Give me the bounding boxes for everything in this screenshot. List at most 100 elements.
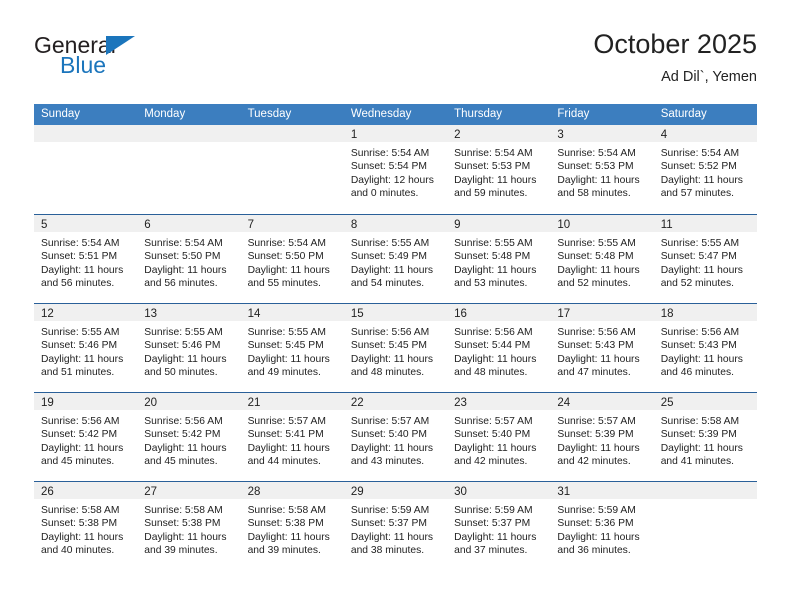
day-number-band: 1 (343, 125, 448, 142)
day-cell-11[interactable]: 11 Sunrise: 5:55 AM Sunset: 5:47 PM Dayligh… (653, 215, 757, 303)
sunrise-text: Sunrise: 5:54 AM (247, 238, 326, 249)
day-details: Sunrise: 5:54 AM Sunset: 5:53 PM Daylight:… (550, 142, 653, 201)
day-number: 19 (41, 397, 54, 409)
sunrise-text: Sunrise: 5:56 AM (454, 327, 533, 338)
calendar-grid: Sunday Monday Tuesday Wednesday Thursday Frid… (34, 104, 757, 570)
daylight-text: and 46 minutes. (660, 367, 734, 379)
daylight-text: and 43 minutes. (350, 456, 425, 468)
daylight-text: and 41 minutes. (660, 456, 734, 468)
day-number: 4 (660, 129, 668, 141)
day-cell-10[interactable]: 10 Sunrise: 5:55 AM Sunset: 5:48 PM Dayligh… (550, 215, 654, 303)
daylight-text: and 48 minutes. (350, 367, 425, 379)
day-number: 18 (660, 308, 674, 320)
daylight-text: and 57 minutes. (660, 188, 734, 200)
day-number-band: 23 (447, 393, 551, 410)
day-cell-8[interactable]: 8 Sunrise: 5:55 AM Sunset: 5:49 PM Daylight… (343, 215, 448, 303)
sunrise-text: Sunrise: 5:55 AM (557, 238, 636, 249)
daylight-text: Daylight: 11 hours (660, 353, 743, 365)
day-number-band: 11 (653, 215, 757, 232)
day-details: Sunrise: 5:56 AM Sunset: 5:45 PM Daylight:… (344, 321, 447, 380)
day-cell-1[interactable]: 1 Sunrise: 5:54 AM Sunset: 5:54 PM Daylight… (343, 125, 448, 214)
day-cell-31[interactable]: 31 Sunrise: 5:59 AM Sunset: 5:36 PM Dayligh… (550, 482, 654, 570)
sunrise-text: Sunrise: 5:54 AM (41, 238, 120, 249)
day-cell-27[interactable]: 27 Sunrise: 5:58 AM Sunset: 5:38 PM Dayligh… (137, 482, 241, 570)
sunset-text: Sunset: 5:38 PM (247, 518, 324, 530)
day-details: Sunrise: 5:54 AM Sunset: 5:54 PM Daylight:… (344, 142, 447, 201)
sunset-text: Sunset: 5:54 PM (350, 161, 427, 173)
day-cell-23[interactable]: 23 Sunrise: 5:57 AM Sunset: 5:40 PM Dayligh… (447, 393, 551, 481)
sunset-text: Sunset: 5:38 PM (144, 518, 221, 530)
day-number: 5 (41, 219, 48, 231)
logo-triangle-icon (106, 36, 135, 55)
day-cell-7[interactable]: 7 Sunrise: 5:54 AM Sunset: 5:50 PM Daylight… (240, 215, 344, 303)
daylight-text: and 39 minutes. (144, 545, 218, 557)
daylight-text: Daylight: 11 hours (557, 442, 640, 454)
daylight-text: and 37 minutes. (454, 545, 528, 557)
week-row: 12 Sunrise: 5:55 AM Sunset: 5:46 PM Dayligh… (34, 303, 757, 392)
page-subtitle-location: Ad Dil`, Yemen (661, 69, 757, 85)
day-number-band: 18 (653, 304, 757, 321)
day-cell-29[interactable]: 29 Sunrise: 5:59 AM Sunset: 5:37 PM Dayligh… (343, 482, 448, 570)
day-cell-15[interactable]: 15 Sunrise: 5:56 AM Sunset: 5:45 PM Dayligh… (343, 304, 448, 392)
sunset-text: Sunset: 5:39 PM (660, 429, 737, 441)
day-number-band: 24 (550, 393, 654, 410)
daylight-text: and 39 minutes. (247, 545, 321, 557)
sunset-text: Sunset: 5:43 PM (660, 340, 737, 352)
day-details: Sunrise: 5:57 AM Sunset: 5:40 PM Daylight:… (344, 410, 447, 469)
sunrise-text: Sunrise: 5:57 AM (350, 416, 430, 427)
day-cell-24[interactable]: 24 Sunrise: 5:57 AM Sunset: 5:39 PM Dayligh… (550, 393, 654, 481)
calendar-page: General Blue October 2025 Ad Dil`, Yemen… (0, 0, 792, 612)
day-details: Sunrise: 5:56 AM Sunset: 5:43 PM Daylight:… (550, 321, 653, 380)
page-title: October 2025 (593, 29, 757, 59)
daylight-text: Daylight: 11 hours (41, 264, 124, 276)
day-number: 17 (557, 308, 571, 320)
day-cell-6[interactable]: 6 Sunrise: 5:54 AM Sunset: 5:50 PM Daylight… (137, 215, 241, 303)
day-number: 22 (350, 397, 364, 409)
daylight-text: Daylight: 11 hours (660, 442, 743, 454)
daylight-text: and 52 minutes. (557, 278, 631, 290)
day-number: 12 (41, 308, 54, 320)
day-number-band: 27 (137, 482, 241, 499)
day-cell-16[interactable]: 16 Sunrise: 5:56 AM Sunset: 5:44 PM Dayligh… (447, 304, 551, 392)
weekday-header-sunday: Sunday (41, 108, 81, 120)
day-cell-2[interactable]: 2 Sunrise: 5:54 AM Sunset: 5:53 PM Daylight… (447, 125, 551, 214)
week-row: 1 Sunrise: 5:54 AM Sunset: 5:54 PM Daylight… (34, 125, 757, 214)
day-cell-9[interactable]: 9 Sunrise: 5:55 AM Sunset: 5:48 PM Daylight… (447, 215, 551, 303)
sunrise-text: Sunrise: 5:54 AM (144, 238, 223, 249)
daylight-text: Daylight: 11 hours (247, 442, 330, 454)
day-cell-20[interactable]: 20 Sunrise: 5:56 AM Sunset: 5:42 PM Dayligh… (137, 393, 241, 481)
day-details: Sunrise: 5:57 AM Sunset: 5:39 PM Daylight:… (550, 410, 653, 469)
general-blue-logo[interactable]: General Blue (34, 32, 234, 84)
day-cell-30[interactable]: 30 Sunrise: 5:59 AM Sunset: 5:37 PM Dayligh… (447, 482, 551, 570)
day-cell-21[interactable]: 21 Sunrise: 5:57 AM Sunset: 5:41 PM Dayligh… (240, 393, 344, 481)
day-cell-14[interactable]: 14 Sunrise: 5:55 AM Sunset: 5:45 PM Dayligh… (240, 304, 344, 392)
day-cell-4[interactable]: 4 Sunrise: 5:54 AM Sunset: 5:52 PM Daylight… (653, 125, 757, 214)
day-cell-5[interactable]: 5 Sunrise: 5:54 AM Sunset: 5:51 PM Daylight… (34, 215, 138, 303)
day-cell-28[interactable]: 28 Sunrise: 5:58 AM Sunset: 5:38 PM Dayligh… (240, 482, 344, 570)
day-number-band: 25 (653, 393, 757, 410)
day-cell-18[interactable]: 18 Sunrise: 5:56 AM Sunset: 5:43 PM Dayligh… (653, 304, 757, 392)
daylight-text: Daylight: 11 hours (557, 531, 640, 543)
week-row: 19 Sunrise: 5:56 AM Sunset: 5:42 PM Dayligh… (34, 392, 757, 481)
day-cell-25[interactable]: 25 Sunrise: 5:58 AM Sunset: 5:39 PM Dayligh… (653, 393, 757, 481)
day-number-band (34, 125, 138, 142)
day-details: Sunrise: 5:55 AM Sunset: 5:45 PM Daylight:… (241, 321, 344, 380)
day-cell-26[interactable]: 26 Sunrise: 5:58 AM Sunset: 5:38 PM Dayligh… (34, 482, 138, 570)
day-number-band: 15 (343, 304, 448, 321)
day-cell-22[interactable]: 22 Sunrise: 5:57 AM Sunset: 5:40 PM Dayligh… (343, 393, 448, 481)
day-cell-17[interactable]: 17 Sunrise: 5:56 AM Sunset: 5:43 PM Dayligh… (550, 304, 654, 392)
day-details: Sunrise: 5:56 AM Sunset: 5:42 PM Daylight:… (34, 410, 137, 469)
sunset-text: Sunset: 5:37 PM (350, 518, 427, 530)
daylight-text: Daylight: 11 hours (144, 531, 227, 543)
day-cell-empty (137, 125, 241, 214)
weekday-header-wednesday: Wednesday (350, 108, 412, 120)
daylight-text: Daylight: 11 hours (350, 531, 434, 543)
day-details: Sunrise: 5:56 AM Sunset: 5:44 PM Daylight:… (447, 321, 550, 380)
day-cell-12[interactable]: 12 Sunrise: 5:55 AM Sunset: 5:46 PM Dayligh… (34, 304, 138, 392)
sunset-text: Sunset: 5:39 PM (557, 429, 634, 441)
sunset-text: Sunset: 5:46 PM (41, 340, 118, 352)
title-block: October 2025 Ad Dil`, Yemen (593, 28, 757, 87)
day-cell-19[interactable]: 19 Sunrise: 5:56 AM Sunset: 5:42 PM Dayligh… (34, 393, 138, 481)
day-cell-13[interactable]: 13 Sunrise: 5:55 AM Sunset: 5:46 PM Dayligh… (137, 304, 241, 392)
day-cell-3[interactable]: 3 Sunrise: 5:54 AM Sunset: 5:53 PM Daylight… (550, 125, 654, 214)
